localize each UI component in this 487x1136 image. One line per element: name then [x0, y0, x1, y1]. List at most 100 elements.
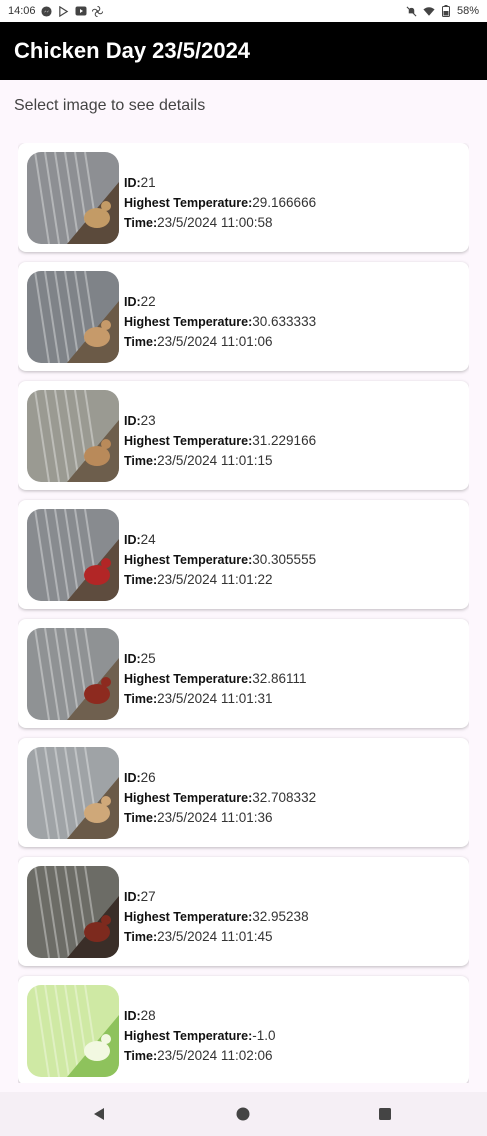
record-time-value: 23/5/2024 11:01:45 — [157, 929, 273, 944]
record-id-label: ID: — [124, 890, 141, 904]
record-id: ID:23 — [124, 411, 316, 431]
record-temperature: Highest Temperature:32.708332 — [124, 788, 316, 808]
record-time: Time:23/5/2024 11:01:31 — [124, 689, 307, 709]
record-time-label: Time: — [124, 1049, 158, 1063]
record-temperature-value: 30.633333 — [252, 314, 317, 329]
record-temperature: Highest Temperature:30.633333 — [124, 312, 316, 332]
record-time-value: 23/5/2024 11:01:36 — [157, 810, 273, 825]
back-icon[interactable] — [91, 1106, 107, 1122]
record-temperature-label: Highest Temperature: — [124, 196, 253, 210]
fan-icon — [92, 5, 104, 17]
status-bar: 14:06 58% — [0, 0, 487, 22]
record-id-value: 23 — [140, 413, 156, 428]
page-title: Chicken Day 23/5/2024 — [14, 38, 251, 63]
record-time: Time:23/5/2024 11:01:22 — [124, 570, 316, 590]
chicken-photo-thumbnail[interactable] — [27, 747, 119, 839]
record-temperature-label: Highest Temperature: — [124, 434, 253, 448]
record-id: ID:25 — [124, 649, 307, 669]
record-id-value: 22 — [140, 294, 156, 309]
home-icon[interactable] — [235, 1106, 251, 1122]
record-details: ID:21 Highest Temperature:29.166666 Time:2… — [124, 173, 316, 233]
record-temperature-value: 31.229166 — [252, 433, 317, 448]
record-time-label: Time: — [124, 216, 158, 230]
record-time-label: Time: — [124, 692, 158, 706]
record-time-value: 23/5/2024 11:01:15 — [157, 453, 273, 468]
record-details: ID:25 Highest Temperature:32.86111 Time:23… — [124, 649, 307, 709]
record-details: ID:26 Highest Temperature:32.708332 Time:2… — [124, 768, 316, 828]
messenger-icon — [41, 5, 53, 17]
chicken-photo-thumbnail[interactable] — [27, 390, 119, 482]
record-details: ID:24 Highest Temperature:30.305555 Time:2… — [124, 530, 316, 590]
app-bar: Chicken Day 23/5/2024 — [0, 22, 487, 80]
record-time: Time:23/5/2024 11:02:06 — [124, 1046, 276, 1066]
record-list[interactable]: ID:21 Highest Temperature:29.166666 Time:2… — [18, 143, 469, 1083]
record-id: ID:22 — [124, 292, 316, 312]
record-details: ID:22 Highest Temperature:30.633333 Time:2… — [124, 292, 316, 352]
record-id-label: ID: — [124, 1009, 141, 1023]
record-time-value: 23/5/2024 11:01:22 — [157, 572, 273, 587]
chicken-photo-thumbnail[interactable] — [27, 271, 119, 363]
record-card[interactable]: ID:24 Highest Temperature:30.305555 Time:2… — [18, 500, 469, 609]
chicken-photo-thumbnail[interactable] — [27, 628, 119, 720]
record-temperature-value: 32.86111 — [252, 671, 307, 686]
record-time-label: Time: — [124, 811, 158, 825]
record-id: ID:27 — [124, 887, 309, 907]
record-id-label: ID: — [124, 295, 141, 309]
record-time-value: 23/5/2024 11:00:58 — [157, 215, 273, 230]
youtube-icon — [75, 5, 87, 17]
recents-icon[interactable] — [377, 1106, 393, 1122]
record-id-value: 26 — [140, 770, 156, 785]
record-temperature: Highest Temperature:30.305555 — [124, 550, 316, 570]
record-card[interactable]: ID:28 Highest Temperature:-1.0 Time:23/5/2… — [18, 976, 469, 1083]
record-temperature-label: Highest Temperature: — [124, 553, 253, 567]
record-card[interactable]: ID:25 Highest Temperature:32.86111 Time:23… — [18, 619, 469, 728]
status-time: 14:06 — [8, 5, 36, 17]
wifi-icon — [423, 5, 435, 17]
record-temperature-value: 29.166666 — [252, 195, 317, 210]
record-id-value: 21 — [140, 175, 156, 190]
instruction-text: Select image to see details — [14, 97, 206, 114]
record-time-label: Time: — [124, 573, 158, 587]
record-card[interactable]: ID:27 Highest Temperature:32.95238 Time:23… — [18, 857, 469, 966]
record-card[interactable]: ID:23 Highest Temperature:31.229166 Time:2… — [18, 381, 469, 490]
record-temperature: Highest Temperature:32.95238 — [124, 907, 309, 927]
record-card[interactable]: ID:22 Highest Temperature:30.633333 Time:2… — [18, 262, 469, 371]
record-temperature-label: Highest Temperature: — [124, 1029, 253, 1043]
record-card[interactable]: ID:26 Highest Temperature:32.708332 Time:2… — [18, 738, 469, 847]
record-temperature-label: Highest Temperature: — [124, 315, 253, 329]
record-time-value: 23/5/2024 11:01:06 — [157, 334, 273, 349]
record-details: ID:28 Highest Temperature:-1.0 Time:23/5/2… — [124, 1006, 276, 1066]
record-id-value: 25 — [140, 651, 156, 666]
record-time: Time:23/5/2024 11:01:45 — [124, 927, 309, 947]
record-time: Time:23/5/2024 11:01:15 — [124, 451, 316, 471]
record-temperature: Highest Temperature:32.86111 — [124, 669, 307, 689]
record-time-label: Time: — [124, 335, 158, 349]
record-temperature-value: -1.0 — [252, 1028, 276, 1043]
record-time-value: 23/5/2024 11:02:06 — [157, 1048, 273, 1063]
record-id-label: ID: — [124, 533, 141, 547]
record-id-value: 27 — [140, 889, 156, 904]
record-id: ID:28 — [124, 1006, 276, 1026]
mute-icon — [406, 5, 418, 17]
record-temperature-label: Highest Temperature: — [124, 672, 253, 686]
record-card[interactable]: ID:21 Highest Temperature:29.166666 Time:2… — [18, 143, 469, 252]
play-store-icon — [58, 5, 70, 17]
record-temperature-value: 30.305555 — [252, 552, 317, 567]
record-id-label: ID: — [124, 652, 141, 666]
record-time-label: Time: — [124, 930, 158, 944]
record-details: ID:23 Highest Temperature:31.229166 Time:2… — [124, 411, 316, 471]
chicken-photo-thumbnail[interactable] — [27, 866, 119, 958]
record-time-value: 23/5/2024 11:01:31 — [157, 691, 273, 706]
record-temperature-label: Highest Temperature: — [124, 791, 253, 805]
battery-percent: 58% — [456, 5, 479, 17]
record-id-label: ID: — [124, 176, 141, 190]
record-details: ID:27 Highest Temperature:32.95238 Time:23… — [124, 887, 309, 947]
chicken-photo-thumbnail[interactable] — [27, 152, 119, 244]
record-id-label: ID: — [124, 771, 141, 785]
chicken-photo-thumbnail[interactable] — [27, 985, 119, 1077]
record-time: Time:23/5/2024 11:01:36 — [124, 808, 316, 828]
record-id: ID:21 — [124, 173, 316, 193]
record-temperature-value: 32.708332 — [252, 790, 317, 805]
record-time: Time:23/5/2024 11:00:58 — [124, 213, 316, 233]
chicken-photo-thumbnail[interactable] — [27, 509, 119, 601]
